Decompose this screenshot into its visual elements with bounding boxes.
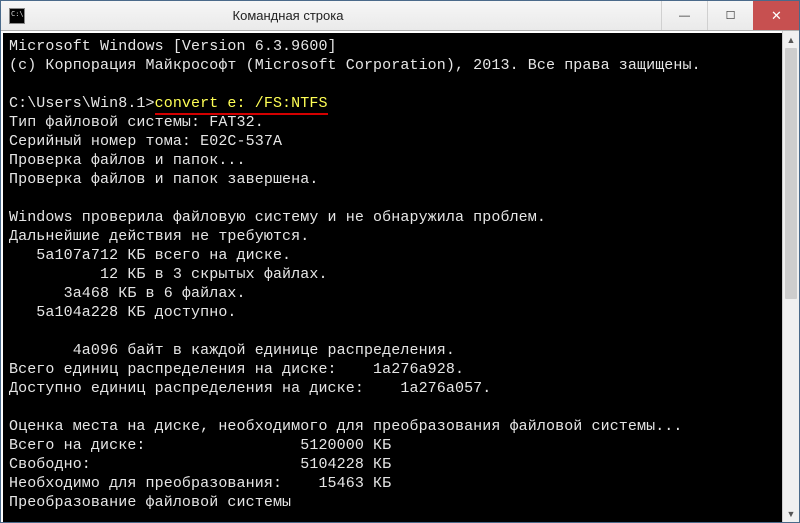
line-vol-serial: Серийный номер тома: E02C-537A [9, 133, 282, 150]
line-noaction: Дальнейшие действия не требуются. [9, 228, 309, 245]
line-disk-free: Свободно: 5104228 КБ [9, 456, 391, 473]
window-title: Командная строка [0, 8, 661, 23]
command-prompt-window: Командная строка — ☐ ✕ Microsoft Windows… [0, 0, 800, 523]
scroll-track[interactable] [783, 48, 799, 505]
titlebar[interactable]: Командная строка — ☐ ✕ [1, 1, 799, 31]
line-converting: Преобразование файловой системы [9, 494, 291, 511]
line-prompt: C:\Users\Win8.1>convert e: /FS:NTFS [9, 95, 328, 115]
line-disk-needed: Необходимо для преобразования: 15463 КБ [9, 475, 391, 492]
line-checking: Проверка файлов и папок... [9, 152, 246, 169]
line-avail-kb: 5а104а228 КБ доступно. [9, 304, 237, 321]
terminal-area: Microsoft Windows [Version 6.3.9600] (с)… [1, 31, 799, 522]
entered-command: convert e: /FS:NTFS [155, 95, 328, 115]
line-infiles-kb: 3а468 КБ в 6 файлах. [9, 285, 246, 302]
line-estimate: Оценка места на диске, необходимого для … [9, 418, 683, 435]
window-controls: — ☐ ✕ [661, 1, 799, 30]
prompt-path: C:\Users\Win8.1> [9, 95, 155, 112]
line-total-kb: 5а107а712 КБ всего на диске. [9, 247, 291, 264]
line-disk-total: Всего на диске: 5120000 КБ [9, 437, 391, 454]
scroll-thumb[interactable] [785, 48, 797, 299]
line-hidden-kb: 12 КБ в 3 скрытых файлах. [9, 266, 328, 283]
line-version: Microsoft Windows [Version 6.3.9600] [9, 38, 337, 55]
line-noproblems: Windows проверила файловую систему и не … [9, 209, 546, 226]
close-button[interactable]: ✕ [753, 1, 799, 30]
line-fs-type: Тип файловой системы: FAT32. [9, 114, 264, 131]
line-copyright: (с) Корпорация Майкрософт (Microsoft Cor… [9, 57, 701, 74]
line-alloc-avail: Доступно единиц распределения на диске: … [9, 380, 491, 397]
minimize-button[interactable]: — [661, 1, 707, 30]
cmd-icon [9, 8, 25, 24]
scroll-down-button[interactable]: ▼ [783, 505, 799, 522]
line-alloc-unit: 4а096 байт в каждой единице распределени… [9, 342, 455, 359]
maximize-button[interactable]: ☐ [707, 1, 753, 30]
line-checking-done: Проверка файлов и папок завершена. [9, 171, 318, 188]
scroll-up-button[interactable]: ▲ [783, 31, 799, 48]
line-alloc-total: Всего единиц распределения на диске: 1а2… [9, 361, 464, 378]
vertical-scrollbar[interactable]: ▲ ▼ [782, 31, 799, 522]
terminal-output[interactable]: Microsoft Windows [Version 6.3.9600] (с)… [3, 33, 782, 522]
